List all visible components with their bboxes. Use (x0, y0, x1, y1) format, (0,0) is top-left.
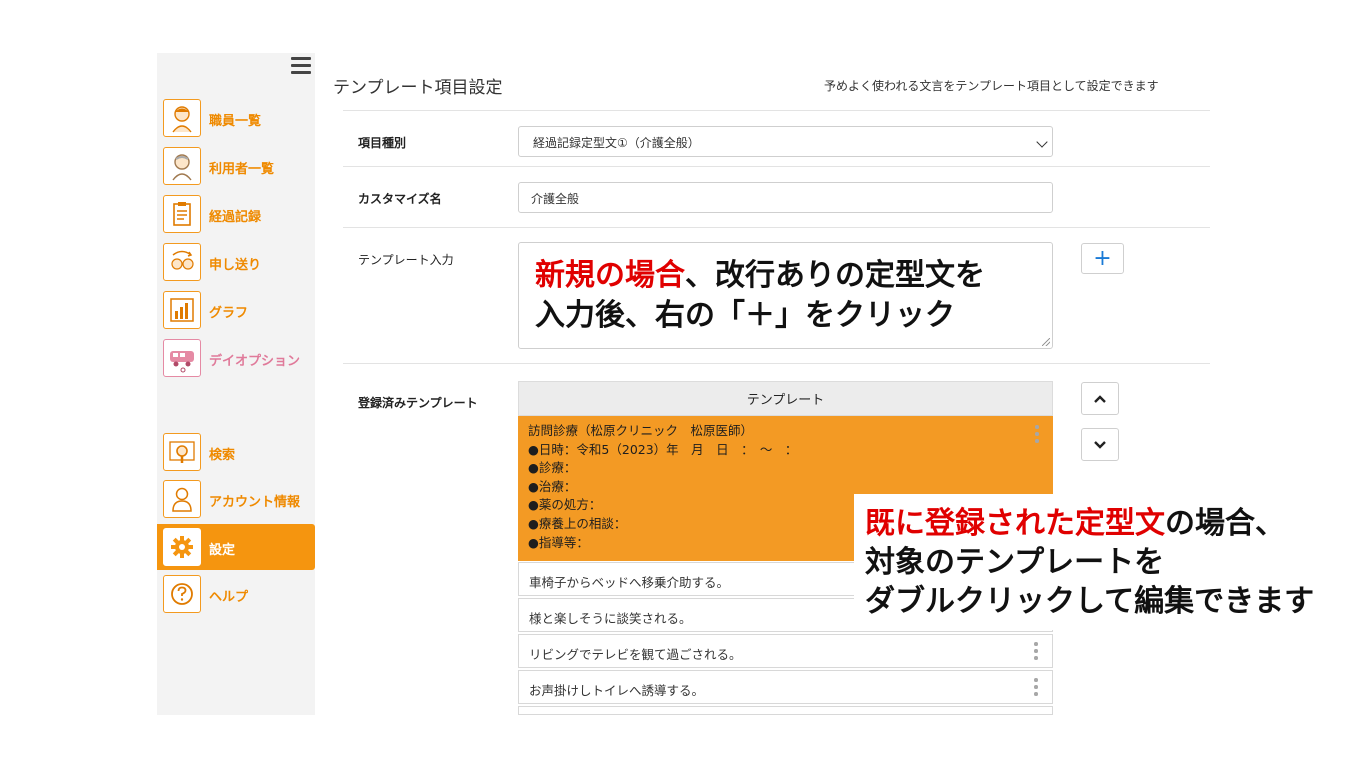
handover-icon (163, 243, 201, 281)
divider (343, 363, 1210, 364)
sidebar-item-label: 職員一覧 (209, 114, 262, 129)
sidebar-item-search[interactable]: 検索 (157, 429, 315, 475)
template-row-text: 様と楽しそうに談笑される。 (529, 611, 692, 626)
sidebar-item-label: グラフ (209, 306, 249, 321)
type-select[interactable]: 経過記録定型文①（介護全般） (518, 126, 1053, 157)
sidebar-item-label: 設定 (209, 543, 236, 558)
chevron-down-icon (1094, 440, 1106, 449)
template-row[interactable]: お声掛けしトイレへ誘導する。 (518, 670, 1053, 704)
plus-icon: + (1093, 245, 1112, 271)
move-up-button[interactable] (1081, 382, 1119, 415)
sidebar-item-records[interactable]: 経過記録 (157, 191, 315, 237)
template-row[interactable] (518, 706, 1053, 715)
chevron-up-icon (1094, 394, 1106, 403)
sidebar-item-label: アカウント情報 (209, 495, 301, 510)
template-row[interactable]: リビングでテレビを観て過ごされる。 (518, 634, 1053, 668)
template-input-label: テンプレート入力 (358, 253, 454, 267)
staff-icon (163, 99, 201, 137)
annotation-text: の場合、 (1165, 506, 1285, 541)
sidebar-item-label: 検索 (209, 448, 236, 463)
sidebar-item-account[interactable]: アカウント情報 (157, 476, 315, 522)
template-table-header: テンプレート (518, 381, 1053, 416)
drag-handle-icon[interactable] (1034, 642, 1038, 662)
annotation-text: 対象のテンプレートを (865, 545, 1165, 580)
template-line: 訪問診療（松原クリニック 松原医師） (528, 423, 754, 438)
registered-templates-label: 登録済みテンプレート (358, 396, 478, 410)
divider (343, 110, 1210, 111)
sidebar-item-users[interactable]: 利用者一覧 (157, 143, 315, 189)
gear-icon (163, 528, 201, 566)
user-icon (163, 147, 201, 185)
annotation-existing: 既に登録された定型文の場合、 対象のテンプレートを ダブルクリックして編集できま… (854, 494, 1314, 630)
sidebar-item-help[interactable]: ヘルプ (157, 571, 315, 617)
resize-handle-icon[interactable] (1042, 338, 1050, 346)
sidebar: 職員一覧 利用者一覧 経過記録 申し送り グラフ デイオプション 検索 アカウン… (157, 53, 315, 715)
sidebar-item-graph[interactable]: グラフ (157, 287, 315, 333)
sidebar-item-day-option[interactable]: デイオプション (157, 335, 315, 381)
annotation-text: ダブルクリックして編集できます (865, 584, 1315, 619)
annotation-text: 入力後、右の「＋」をクリック (535, 298, 955, 333)
divider (343, 166, 1210, 167)
clipboard-icon (163, 195, 201, 233)
custom-name-label: カスタマイズ名 (358, 192, 442, 206)
sidebar-item-label: ヘルプ (209, 590, 249, 605)
menu-icon[interactable] (291, 57, 311, 74)
chevron-down-icon (1036, 136, 1048, 148)
page-description: 予めよく使われる文言をテンプレート項目として設定できます (824, 79, 1159, 93)
sidebar-item-settings[interactable]: 設定 (157, 524, 315, 570)
search-icon (163, 433, 201, 471)
template-line: ●日時：令和5（2023）年 月 日 ： ～ ： (528, 441, 798, 457)
sidebar-item-staff[interactable]: 職員一覧 (157, 95, 315, 141)
annotation-highlight: 新規の場合 (535, 258, 685, 293)
template-row-text: お声掛けしトイレへ誘導する。 (529, 683, 705, 698)
move-down-button[interactable] (1081, 428, 1119, 461)
sidebar-item-handover[interactable]: 申し送り (157, 239, 315, 285)
annotation-new: 新規の場合、改行ありの定型文を 入力後、右の「＋」をクリック (535, 256, 985, 336)
template-row-text: リビングでテレビを観て過ごされる。 (529, 647, 742, 662)
sidebar-item-label: 申し送り (209, 258, 262, 273)
sidebar-item-label: 経過記録 (209, 210, 262, 225)
divider (343, 227, 1210, 228)
help-icon (163, 575, 201, 613)
sidebar-item-label: 利用者一覧 (209, 162, 275, 177)
annotation-highlight: 既に登録された定型文 (865, 506, 1165, 541)
drag-handle-icon[interactable] (1034, 678, 1038, 698)
account-icon (163, 480, 201, 518)
sidebar-item-label: デイオプション (209, 354, 301, 369)
van-icon (163, 339, 201, 377)
add-template-button[interactable]: + (1081, 243, 1124, 274)
chart-icon (163, 291, 201, 329)
annotation-text: 、改行ありの定型文を (685, 258, 985, 293)
template-row-text: 車椅子からベッドへ移乗介助する。 (529, 575, 730, 590)
page-title: テンプレート項目設定 (333, 78, 503, 98)
type-select-value: 経過記録定型文①（介護全般） (533, 136, 700, 150)
custom-name-input[interactable]: 介護全般 (518, 182, 1053, 213)
type-label: 項目種別 (358, 136, 407, 150)
drag-handle-icon[interactable] (1035, 425, 1039, 445)
template-line: ●診療： (528, 460, 577, 476)
